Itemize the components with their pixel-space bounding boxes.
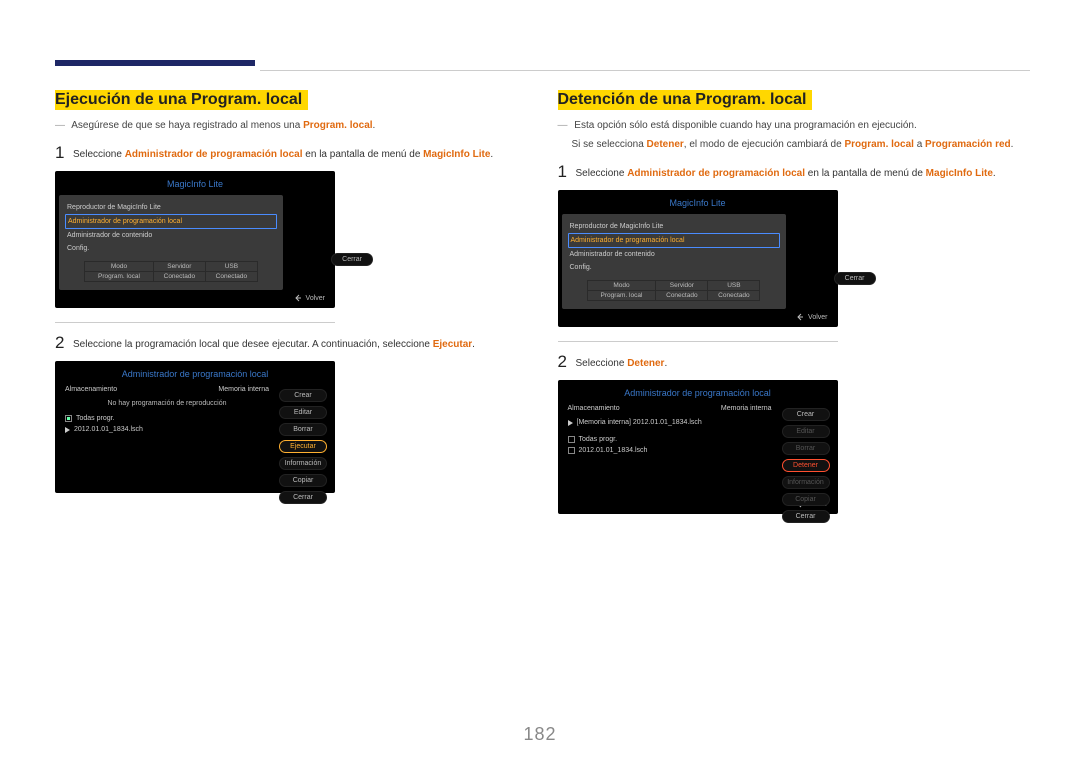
menu-box: Reproductor de MagicInfo Lite Administra…: [59, 195, 283, 290]
separator-line: [55, 322, 335, 323]
close-button[interactable]: Cerrar: [279, 491, 327, 504]
page-number: 182: [0, 724, 1080, 745]
checkbox-icon[interactable]: [568, 436, 575, 443]
magicinfo-panel-left: MagicInfo Lite Reproductor de MagicInfo …: [55, 171, 335, 308]
separator-line: [558, 341, 838, 342]
play-icon: [65, 427, 70, 433]
current-file-row: [Memoria interna] 2012.01.01_1834.lsch: [562, 413, 778, 428]
return-icon: [294, 294, 302, 302]
close-button[interactable]: Cerrar: [782, 510, 830, 523]
menu-item-player[interactable]: Reproductor de MagicInfo Lite: [65, 201, 277, 214]
stop-button[interactable]: Detener: [782, 459, 830, 472]
admin-panel-left: Administrador de programación local Alma…: [55, 361, 335, 493]
no-schedule-msg: No hay programación de reproducción: [59, 394, 275, 413]
menu-item-local-schedule[interactable]: Administrador de programación local: [568, 233, 780, 248]
right-step-1: 1 Seleccione Administrador de programaci…: [558, 162, 1031, 182]
play-icon: [568, 420, 573, 426]
admin-panel-right: Administrador de programación local Alma…: [558, 380, 838, 514]
copy-button[interactable]: Copiar: [279, 474, 327, 487]
checkbox-icon[interactable]: [65, 415, 72, 422]
edit-button[interactable]: Editar: [279, 406, 327, 419]
right-section-title: Detención de una Program. local: [558, 90, 813, 110]
footer-return[interactable]: Volver: [562, 309, 834, 321]
file-row[interactable]: 2012.01.01_1834.lsch: [562, 445, 778, 456]
edit-button: Editar: [782, 425, 830, 438]
execute-button[interactable]: Ejecutar: [279, 440, 327, 453]
storage-row: AlmacenamientoMemoria interna: [59, 385, 275, 394]
dash-icon: ―: [558, 120, 568, 131]
footer-return[interactable]: Volver: [59, 290, 331, 302]
all-progs-row[interactable]: Todas progr.: [562, 434, 778, 445]
close-button[interactable]: Cerrar: [834, 272, 876, 285]
menu-item-content[interactable]: Administrador de contenido: [568, 248, 780, 261]
admin-title: Administrador de programación local: [562, 384, 834, 404]
left-note: ― Asegúrese de que se haya registrado al…: [55, 118, 528, 133]
info-button[interactable]: Información: [279, 457, 327, 470]
status-table: ModoServidorUSB Program. localConectadoC…: [587, 280, 761, 301]
info-button: Información: [782, 476, 830, 489]
dash-icon: ―: [55, 120, 65, 131]
menu-box: Reproductor de MagicInfo Lite Administra…: [562, 214, 786, 309]
status-table: ModoServidorUSB Program. localConectadoC…: [84, 261, 258, 282]
create-button[interactable]: Crear: [279, 389, 327, 402]
left-section-title: Ejecución de una Program. local: [55, 90, 308, 110]
delete-button[interactable]: Borrar: [279, 423, 327, 436]
left-column: Ejecución de una Program. local ― Asegúr…: [55, 90, 528, 514]
delete-button: Borrar: [782, 442, 830, 455]
menu-item-local-schedule[interactable]: Administrador de programación local: [65, 214, 277, 229]
left-step-1: 1 Seleccione Administrador de programaci…: [55, 143, 528, 163]
close-button[interactable]: Cerrar: [331, 253, 373, 266]
left-step-2: 2 Seleccione la programación local que d…: [55, 333, 528, 353]
return-icon: [796, 313, 804, 321]
admin-title: Administrador de programación local: [59, 365, 331, 385]
create-button[interactable]: Crear: [782, 408, 830, 421]
right-note-2: Si se selecciona Detener, el modo de eje…: [558, 137, 1031, 152]
side-buttons: Crear Editar Borrar Ejecutar Información…: [279, 389, 327, 504]
magicinfo-panel-right: MagicInfo Lite Reproductor de MagicInfo …: [558, 190, 838, 327]
checkbox-icon[interactable]: [568, 447, 575, 454]
menu-item-config[interactable]: Config.: [568, 261, 780, 274]
panel-title: MagicInfo Lite: [59, 175, 331, 195]
all-progs-row[interactable]: Todas progr.: [59, 413, 275, 424]
file-row[interactable]: 2012.01.01_1834.lsch: [59, 424, 275, 435]
storage-row: AlmacenamientoMemoria interna: [562, 404, 778, 413]
header-accent: [55, 60, 255, 66]
side-buttons: Crear Editar Borrar Detener Información …: [782, 408, 830, 523]
right-column: Detención de una Program. local ― Esta o…: [558, 90, 1031, 514]
header-rule: [260, 70, 1030, 71]
panel-title: MagicInfo Lite: [562, 194, 834, 214]
menu-item-content[interactable]: Administrador de contenido: [65, 229, 277, 242]
right-note-1: ― Esta opción sólo está disponible cuand…: [558, 118, 1031, 133]
copy-button: Copiar: [782, 493, 830, 506]
menu-item-config[interactable]: Config.: [65, 242, 277, 255]
right-step-2: 2 Seleccione Detener.: [558, 352, 1031, 372]
menu-item-player[interactable]: Reproductor de MagicInfo Lite: [568, 220, 780, 233]
